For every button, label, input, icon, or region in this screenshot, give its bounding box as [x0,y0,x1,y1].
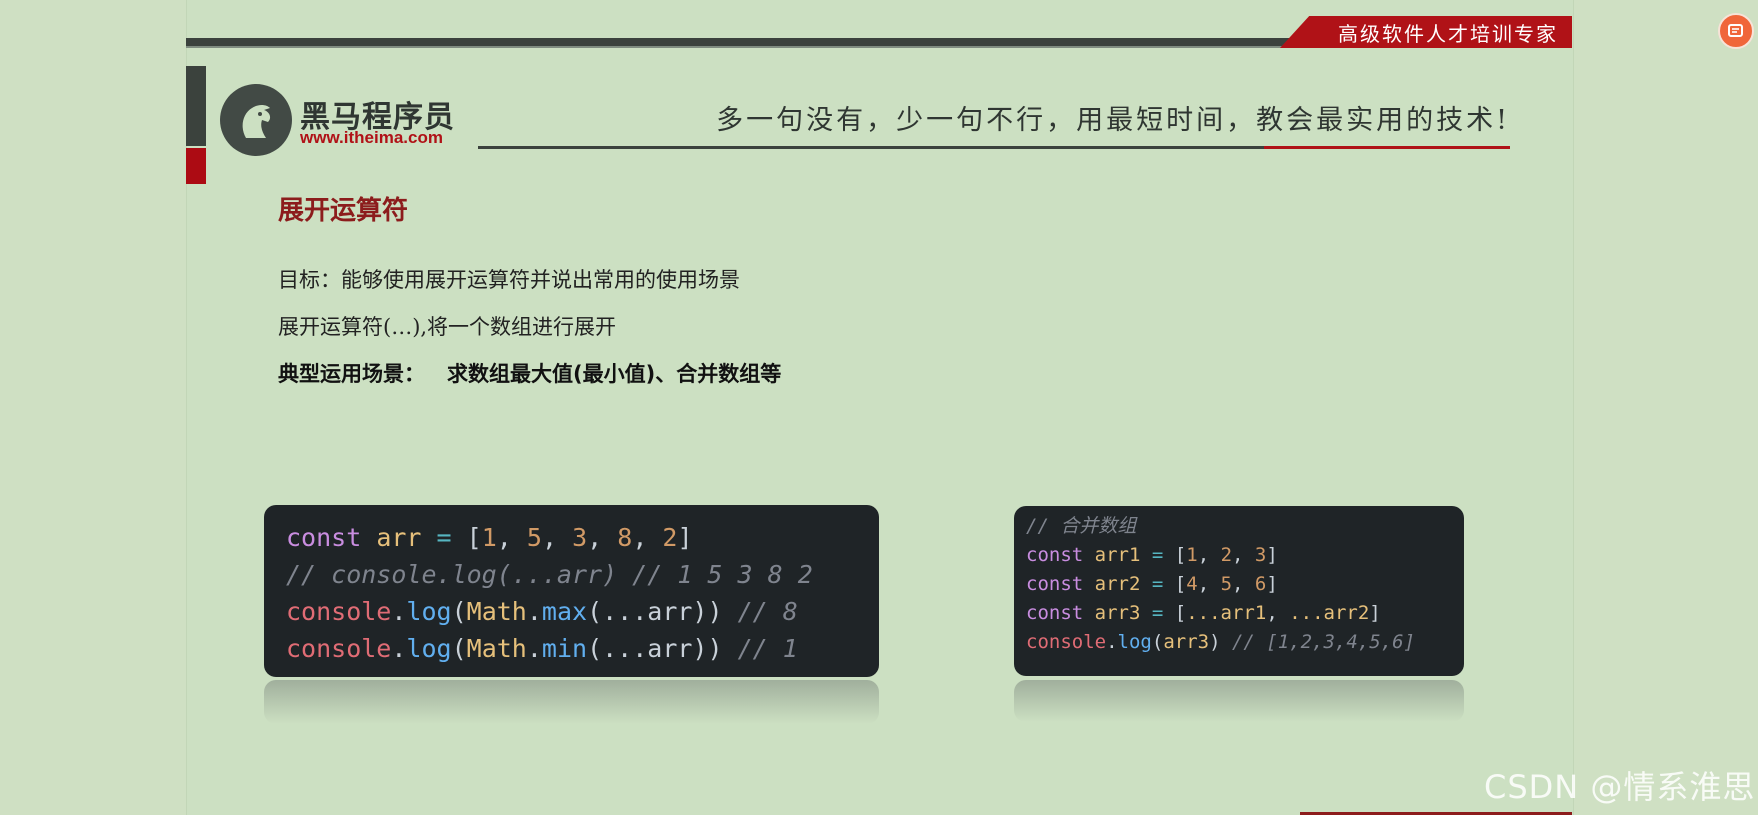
watermark: CSDN @情系淮思 [1484,768,1756,806]
logo-url: www.itheima.com [300,128,443,147]
code-line: console.log(Math.min(...arr)) // 1 [286,634,798,663]
slogan-underline-red [1264,146,1510,149]
horse-head-icon [220,84,292,156]
description-text: 展开运算符(…),将一个数组进行展开 [278,315,617,339]
slogan-underline [478,146,1264,149]
code-line: // 合并数组 [1026,515,1137,537]
code-block-spread-math: const arr = [1, 5, 3, 8, 2] // console.l… [264,505,879,677]
code-reflection [1014,680,1464,722]
code-line: const arr1 = [1, 2, 3] [1026,544,1278,566]
code-line: // console.log(...arr) // 1 5 3 8 2 [286,560,813,589]
code-line: const arr2 = [4, 5, 6] [1026,573,1278,595]
scenario-label: 典型运用场景： [278,362,425,386]
goal-text: 目标：能够使用展开运算符并说出常用的使用场景 [278,268,740,292]
scenario-value: 求数组最大值(最小值)、合并数组等 [447,362,782,386]
slogan: 多一句没有，少一句不行，用最短时间，教会最实用的技术! [716,105,1510,136]
code-reflection [264,680,879,724]
scenario-text: 典型运用场景： 求数组最大值(最小值)、合并数组等 [278,358,781,388]
chat-edit-icon[interactable] [1718,13,1754,49]
code-block-merge-arrays: // 合并数组 const arr1 = [1, 2, 3] const arr… [1014,506,1464,676]
page-title: 展开运算符 [278,196,409,226]
code-line: console.log(Math.max(...arr)) // 8 [286,597,798,626]
code-line: const arr = [1, 5, 3, 8, 2] [286,523,693,552]
header-banner-text: 高级软件人才培训专家 [1338,21,1558,46]
header-banner: 高级软件人才培训专家 [1280,16,1572,48]
left-accent-dark [186,66,206,146]
left-accent-red [186,148,206,184]
code-line: console.log(arr3) // [1,2,3,4,5,6] [1026,631,1416,653]
code-line: const arr3 = [...arr1, ...arr2] [1026,602,1381,624]
